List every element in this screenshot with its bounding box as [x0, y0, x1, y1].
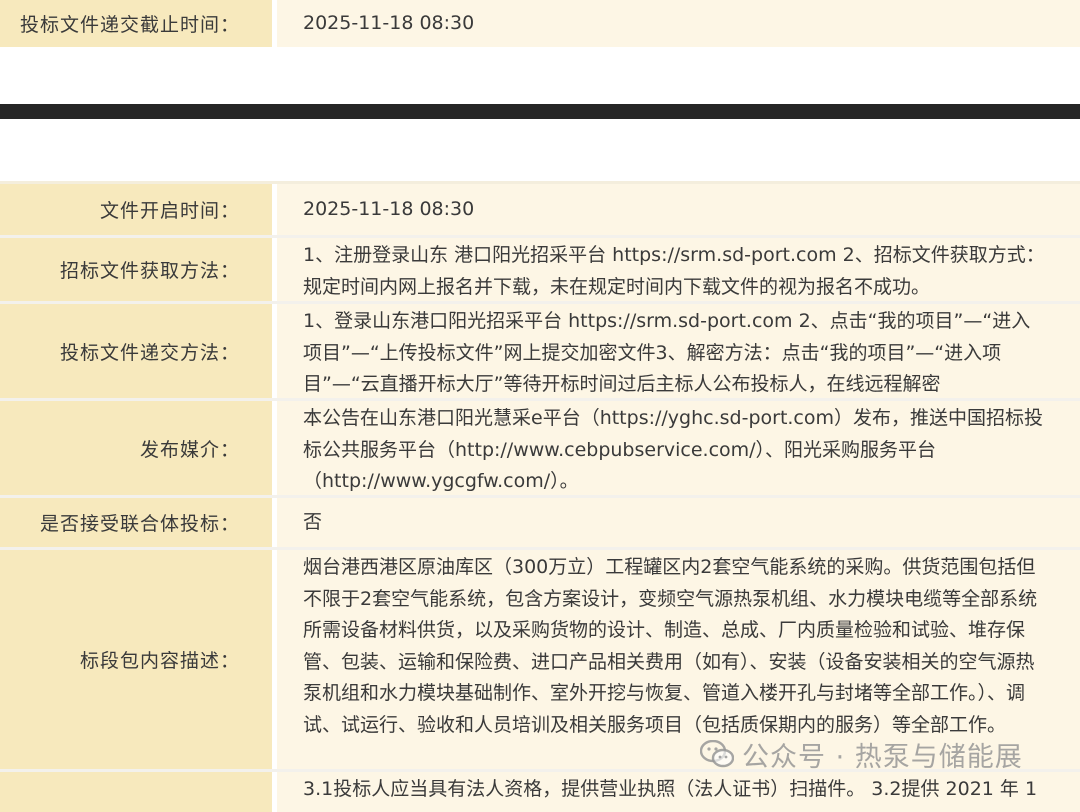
table-row: 招标文件获取方法： 1、注册登录山东 港口阳光招采平台 https://srm.… [0, 238, 1080, 301]
field-label [0, 772, 272, 812]
field-value: 否 [277, 498, 1080, 547]
field-label: 文件开启时间： [0, 184, 272, 235]
field-value-text: 3.1投标人应当具有法人资格，提供营业执照（法人证书）扫描件。 3.2提供 20… [303, 778, 1038, 800]
field-value-text: 本公告在山东港口阳光慧采e平台（https://yghc.sd-port.com… [303, 407, 1044, 492]
field-value: 3.1投标人应当具有法人资格，提供营业执照（法人证书）扫描件。 3.2提供 20… [277, 772, 1080, 812]
table-row: 投标文件递交方法： 1、登录山东港口阳光招采平台 https://srm.sd-… [0, 304, 1080, 398]
field-value-text: 1、登录山东港口阳光招采平台 https://srm.sd-port.com 2… [303, 310, 1031, 395]
field-label: 招标文件获取方法： [0, 238, 272, 301]
watermark: 公众号 · 热泵与储能展 [700, 734, 1023, 774]
field-value: 2025-11-18 08:30 [277, 0, 1080, 47]
field-value-text: 否 [303, 510, 323, 533]
watermark-text: 公众号 · 热泵与储能展 [742, 741, 1023, 773]
divider [0, 104, 1080, 119]
table-row: 是否接受联合体投标： 否 [0, 498, 1080, 547]
field-value-text: 2025-11-18 08:30 [303, 11, 475, 34]
field-label: 发布媒介： [0, 401, 272, 495]
table-row: 投标文件递交截止时间： 2025-11-18 08:30 [0, 0, 1080, 47]
field-value-text: 烟台港西港区原油库区（300万立）工程罐区内2套空气能系统的采购。供货范围包括但… [303, 556, 1038, 736]
field-value: 1、注册登录山东 港口阳光招采平台 https://srm.sd-port.co… [277, 238, 1080, 301]
field-value: 1、登录山东港口阳光招采平台 https://srm.sd-port.com 2… [277, 304, 1080, 398]
table-row: 3.1投标人应当具有法人资格，提供营业执照（法人证书）扫描件。 3.2提供 20… [0, 772, 1080, 812]
field-label: 是否接受联合体投标： [0, 498, 272, 547]
table-row: 文件开启时间： 2025-11-18 08:30 [0, 184, 1080, 235]
field-value-text: 2025-11-18 08:30 [303, 197, 475, 220]
field-value-text: 1、注册登录山东 港口阳光招采平台 https://srm.sd-port.co… [303, 244, 1045, 298]
field-value: 本公告在山东港口阳光慧采e平台（https://yghc.sd-port.com… [277, 401, 1080, 495]
field-label: 标段包内容描述： [0, 550, 272, 769]
field-label: 投标文件递交截止时间： [0, 0, 272, 47]
field-value: 2025-11-18 08:30 [277, 184, 1080, 235]
table-row: 发布媒介： 本公告在山东港口阳光慧采e平台（https://yghc.sd-po… [0, 401, 1080, 495]
field-label: 投标文件递交方法： [0, 304, 272, 398]
wechat-icon [700, 740, 734, 768]
